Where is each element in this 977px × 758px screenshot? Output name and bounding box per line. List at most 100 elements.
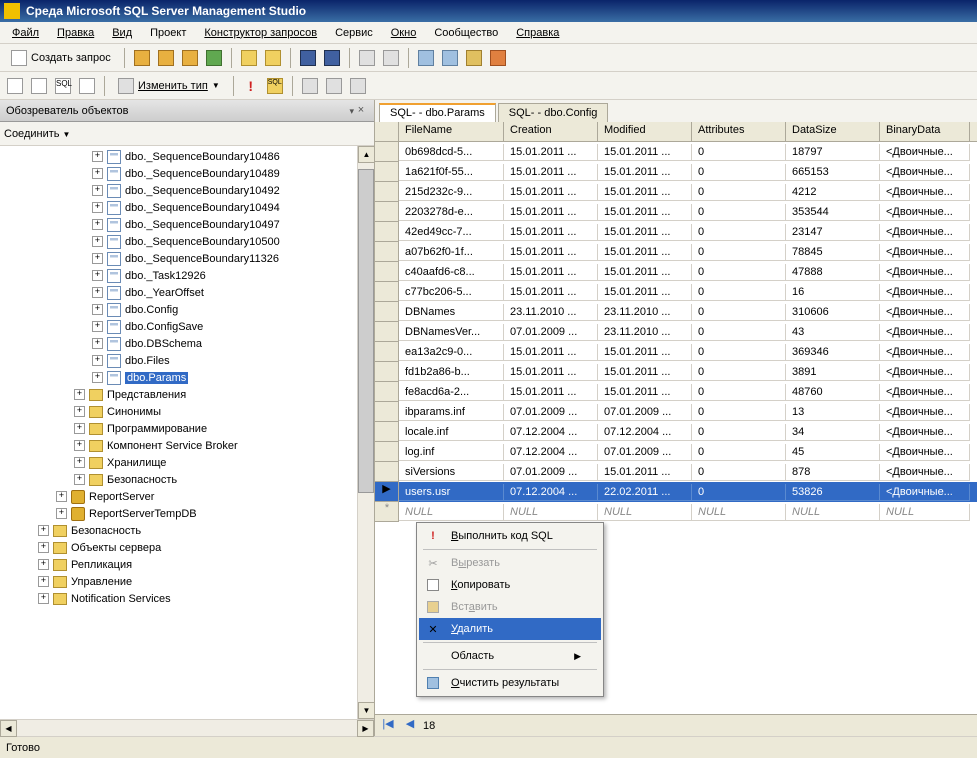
table-row[interactable]: 2203278d-e...15.01.2011 ...15.01.2011 ..… (375, 202, 977, 222)
table-row[interactable]: *NULLNULLNULLNULLNULLNULL (375, 502, 977, 522)
scroll-left-arrow[interactable]: ◀ (0, 720, 17, 737)
expander-icon[interactable]: + (38, 559, 49, 570)
menu-file[interactable]: Файл (4, 25, 47, 41)
expander-icon[interactable]: + (92, 219, 103, 230)
scroll-down-arrow[interactable]: ▼ (358, 702, 374, 719)
table-row[interactable]: 0b698dcd-5...15.01.2011 ...15.01.2011 ..… (375, 142, 977, 162)
cell[interactable]: 15.01.2011 ... (504, 384, 598, 401)
tree-node[interactable]: +dbo._YearOffset (0, 284, 357, 301)
row-selector[interactable] (375, 362, 399, 382)
cell[interactable]: 215d232c-9... (399, 184, 504, 201)
cell[interactable]: 4212 (786, 184, 880, 201)
cell[interactable]: 23.11.2010 ... (598, 324, 692, 341)
cell[interactable]: 0 (692, 264, 786, 281)
toolbar-btn-11[interactable] (415, 47, 437, 69)
expander-icon[interactable]: + (74, 474, 85, 485)
cell[interactable]: 15.01.2011 ... (598, 144, 692, 161)
cell[interactable]: 07.12.2004 ... (504, 444, 598, 461)
nav-first[interactable]: |◀ (379, 717, 397, 735)
table-row[interactable]: 42ed49cc-7...15.01.2011 ...15.01.2011 ..… (375, 222, 977, 242)
toolbar-save-all-btn[interactable] (321, 47, 343, 69)
tree-node[interactable]: +Хранилище (0, 454, 357, 471)
cell[interactable]: 2203278d-e... (399, 204, 504, 221)
cm-paste[interactable]: Вставить (419, 596, 601, 618)
cell[interactable]: 0 (692, 364, 786, 381)
cell[interactable]: 42ed49cc-7... (399, 224, 504, 241)
cell[interactable]: 15.01.2011 ... (504, 144, 598, 161)
row-selector[interactable] (375, 182, 399, 202)
tree-node[interactable]: +dbo.DBSchema (0, 335, 357, 352)
cell[interactable]: 665153 (786, 164, 880, 181)
table-row[interactable]: 215d232c-9...15.01.2011 ...15.01.2011 ..… (375, 182, 977, 202)
toolbar2-btn-3[interactable]: SQL (52, 75, 74, 97)
cell[interactable]: 07.12.2004 ... (504, 484, 598, 501)
table-row[interactable]: locale.inf07.12.2004 ...07.12.2004 ...03… (375, 422, 977, 442)
tree-node[interactable]: +dbo.Files (0, 352, 357, 369)
col-modified[interactable]: Modified (598, 122, 692, 141)
cell[interactable]: <Двоичные... (880, 184, 970, 201)
toolbar-btn-4[interactable] (203, 47, 225, 69)
expander-icon[interactable]: + (92, 253, 103, 264)
cell[interactable]: 23147 (786, 224, 880, 241)
cm-region[interactable]: Область ▶ (419, 645, 601, 667)
cell[interactable]: <Двоичные... (880, 304, 970, 321)
expander-icon[interactable]: + (56, 508, 67, 519)
cell[interactable]: 23.11.2010 ... (598, 304, 692, 321)
toolbar2-btn-9[interactable] (347, 75, 369, 97)
col-filename[interactable]: FileName (399, 122, 504, 141)
cell[interactable]: a07b62f0-1f... (399, 244, 504, 261)
change-type-button[interactable]: Изменить тип ▼ (111, 75, 227, 97)
tree-node[interactable]: +dbo._SequenceBoundary10486 (0, 148, 357, 165)
cell[interactable]: 1a621f0f-55... (399, 164, 504, 181)
toolbar-save-btn[interactable] (297, 47, 319, 69)
row-selector[interactable] (375, 442, 399, 462)
cell[interactable]: 0 (692, 204, 786, 221)
row-selector[interactable] (375, 242, 399, 262)
cell[interactable]: locale.inf (399, 424, 504, 441)
cell[interactable]: 16 (786, 284, 880, 301)
table-row[interactable]: siVersions07.01.2009 ...15.01.2011 ...08… (375, 462, 977, 482)
tree-node[interactable]: +dbo._Task12926 (0, 267, 357, 284)
tree-node[interactable]: +Синонимы (0, 403, 357, 420)
cell[interactable]: 15.01.2011 ... (504, 344, 598, 361)
cell[interactable]: NULL (504, 504, 598, 521)
cell[interactable]: 878 (786, 464, 880, 481)
cell[interactable]: 23.11.2010 ... (504, 304, 598, 321)
expander-icon[interactable]: + (38, 542, 49, 553)
row-selector[interactable] (375, 262, 399, 282)
expander-icon[interactable]: + (74, 389, 85, 400)
toolbar-btn-14[interactable] (487, 47, 509, 69)
grid-body[interactable]: 0b698dcd-5...15.01.2011 ...15.01.2011 ..… (375, 142, 977, 522)
menu-community[interactable]: Сообщество (426, 25, 506, 41)
expander-icon[interactable]: + (92, 304, 103, 315)
tree-scrollbar-h[interactable]: ◀ ▶ (0, 719, 374, 736)
expander-icon[interactable]: + (92, 236, 103, 247)
cm-delete[interactable]: ✕ Удалить (419, 618, 601, 640)
toolbar2-btn-8[interactable] (323, 75, 345, 97)
cm-cut[interactable]: ✂ Вырезать (419, 552, 601, 574)
nav-prev[interactable]: ◀ (401, 717, 419, 735)
table-row[interactable]: ibparams.inf07.01.2009 ...07.01.2009 ...… (375, 402, 977, 422)
expander-icon[interactable]: + (74, 440, 85, 451)
cell[interactable]: 07.01.2009 ... (598, 444, 692, 461)
cell[interactable]: 0 (692, 284, 786, 301)
cell[interactable]: 18797 (786, 144, 880, 161)
tree-node[interactable]: +dbo.Params (0, 369, 357, 386)
cell[interactable]: 78845 (786, 244, 880, 261)
cell[interactable]: <Двоичные... (880, 384, 970, 401)
cell[interactable]: <Двоичные... (880, 424, 970, 441)
table-row[interactable]: a07b62f0-1f...15.01.2011 ...15.01.2011 .… (375, 242, 977, 262)
cell[interactable]: 0 (692, 404, 786, 421)
cell[interactable]: <Двоичные... (880, 224, 970, 241)
toolbar-btn-1[interactable] (131, 47, 153, 69)
cell[interactable]: DBNames (399, 304, 504, 321)
tree-node[interactable]: +Представления (0, 386, 357, 403)
tree-node[interactable]: +Управление (0, 573, 357, 590)
row-selector[interactable] (375, 222, 399, 242)
menu-query-designer[interactable]: Конструктор запросов (196, 25, 325, 41)
cell[interactable]: 07.12.2004 ... (504, 424, 598, 441)
cell[interactable]: 15.01.2011 ... (598, 284, 692, 301)
table-row[interactable]: fd1b2a86-b...15.01.2011 ...15.01.2011 ..… (375, 362, 977, 382)
tree-node[interactable]: +dbo.ConfigSave (0, 318, 357, 335)
cell[interactable]: <Двоичные... (880, 164, 970, 181)
